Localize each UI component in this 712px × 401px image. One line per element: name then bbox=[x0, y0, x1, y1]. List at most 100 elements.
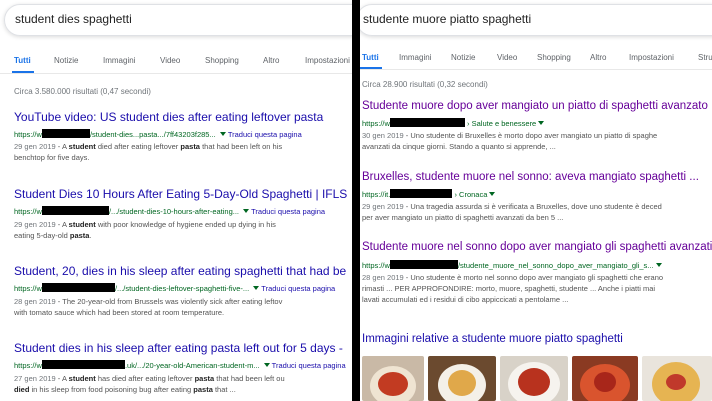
snippet-bold: student bbox=[68, 142, 96, 151]
result-snippet: 30 gen 2019 - Uno studente di Bruxelles … bbox=[362, 130, 657, 152]
url-dropdown-icon[interactable] bbox=[263, 363, 270, 367]
result-url[interactable]: https://w /.../student-dies-10-hours-afte… bbox=[14, 206, 325, 216]
result-snippet: 29 gen 2019 - Una tragedia assurda si è … bbox=[362, 201, 662, 223]
snippet-text: - Uno studente è morto nel sonno dopo av… bbox=[403, 273, 664, 282]
result-url[interactable]: https://w .uk/.../20-year-old-American-st… bbox=[14, 360, 346, 370]
spaghetti-thumbnail[interactable] bbox=[500, 356, 568, 401]
snippet-text: avanzati da cinque giorni. Stando a quan… bbox=[362, 142, 556, 151]
translate-link[interactable]: Traduci questa pagina bbox=[251, 207, 325, 216]
result-date: 29 gen 2019 bbox=[14, 220, 56, 229]
result-date: 30 gen 2019 bbox=[362, 131, 404, 140]
spaghetti-thumbnail[interactable] bbox=[362, 356, 424, 401]
url-dropdown-icon[interactable] bbox=[243, 209, 250, 213]
search-query[interactable]: student dies spaghetti bbox=[15, 12, 132, 26]
spaghetti-thumbnail[interactable] bbox=[428, 356, 496, 401]
tabs-divider bbox=[0, 73, 352, 74]
tab-tutti[interactable]: Tutti bbox=[362, 53, 379, 62]
tab-video[interactable]: Video bbox=[160, 56, 180, 65]
result-date: 29 gen 2019 bbox=[362, 202, 404, 211]
snippet-text: - A bbox=[55, 220, 69, 229]
url-dropdown-icon[interactable] bbox=[219, 132, 226, 136]
redaction-bar bbox=[390, 189, 453, 198]
result-title[interactable]: YouTube video: US student dies after eat… bbox=[14, 110, 323, 124]
snippet-text: lavati accumulati ed i residui di cibo a… bbox=[362, 295, 569, 304]
result-url[interactable]: https://w/student-dies...pasta.../7ff432… bbox=[14, 129, 302, 139]
spaghetti-thumbnail[interactable] bbox=[572, 356, 638, 401]
snippet-text: - A bbox=[55, 142, 69, 151]
snippet-text: - Uno studente di Bruxelles è morto dopo… bbox=[403, 131, 658, 140]
redaction-bar bbox=[41, 283, 115, 292]
search-query[interactable]: studente muore piatto spaghetti bbox=[363, 12, 531, 26]
tab-video[interactable]: Video bbox=[497, 53, 517, 62]
snippet-bold: died bbox=[14, 385, 30, 394]
tab-altro[interactable]: Altro bbox=[263, 56, 279, 65]
snippet-text: rimasti ... PER APPROFONDIRE: morto, muo… bbox=[362, 284, 656, 293]
tab-altro[interactable]: Altro bbox=[590, 53, 606, 62]
redaction-bar bbox=[389, 118, 465, 127]
tab-impostazioni[interactable]: Impostazioni bbox=[629, 53, 674, 62]
redaction-bar bbox=[41, 129, 90, 138]
url-path: /student-dies...pasta.../7ff43203f285... bbox=[89, 130, 216, 139]
snippet-text: - The 20-year-old from Brussels was viol… bbox=[55, 297, 283, 306]
snippet-bold: pasta bbox=[194, 374, 215, 383]
snippet-bold: student bbox=[68, 220, 96, 229]
result-url[interactable]: https://w › Salute e benessere bbox=[362, 118, 546, 128]
url-dropdown-icon[interactable] bbox=[538, 121, 545, 125]
snippet-text: per aver mangiato un piatto di spaghetti… bbox=[362, 213, 564, 222]
url-path: /.../student-dies-leftover-spaghetti-fiv… bbox=[114, 284, 250, 293]
search-input[interactable]: student dies spaghetti bbox=[4, 4, 352, 36]
snippet-text: died after eating leftover bbox=[95, 142, 181, 151]
snippet-text: that had been left on his bbox=[199, 142, 283, 151]
tab-shopping[interactable]: Shopping bbox=[205, 56, 239, 65]
url-dropdown-icon[interactable] bbox=[655, 263, 662, 267]
url-path: /studente_muore_nel_sonno_dopo_aver_mang… bbox=[457, 261, 654, 270]
url-prefix: https://it. bbox=[362, 190, 391, 199]
search-input[interactable]: studente muore piatto spaghetti bbox=[360, 4, 712, 36]
result-url[interactable]: https://w /.../student-dies-leftover-spag… bbox=[14, 283, 335, 293]
tab-impostazioni[interactable]: Impostazioni bbox=[305, 56, 350, 65]
tab-immagini[interactable]: Immagini bbox=[399, 53, 431, 62]
url-prefix: https://w bbox=[362, 119, 390, 128]
result-title[interactable]: Studente muore dopo aver mangiato un pia… bbox=[362, 100, 712, 112]
url-prefix: https://w bbox=[362, 261, 390, 270]
url-dropdown-icon[interactable] bbox=[253, 286, 260, 290]
snippet-text: benchtop for five days. bbox=[14, 153, 90, 162]
result-url[interactable]: https://it. › Cronaca bbox=[362, 189, 497, 199]
tab-immagini[interactable]: Immagini bbox=[103, 56, 135, 65]
result-date: 29 gen 2019 bbox=[14, 142, 56, 151]
result-title[interactable]: Bruxelles, studente muore nel sonno: ave… bbox=[362, 171, 699, 183]
result-title[interactable]: Student, 20, dies in his sleep after eat… bbox=[14, 264, 346, 278]
result-title[interactable]: Student Dies 10 Hours After Eating 5-Day… bbox=[14, 187, 347, 201]
url-dropdown-icon[interactable] bbox=[489, 192, 496, 196]
result-snippet: 27 gen 2019 - A student has died after e… bbox=[14, 373, 285, 395]
snippet-bold: student bbox=[68, 374, 96, 383]
result-url[interactable]: https://w/studente_muore_nel_sonno_dopo_… bbox=[362, 260, 664, 270]
tab-notizie[interactable]: Notizie bbox=[54, 56, 78, 65]
translate-link[interactable]: Traduci questa pagina bbox=[228, 130, 302, 139]
result-title[interactable]: Studente muore nel sonno dopo aver mangi… bbox=[362, 241, 712, 253]
translate-link[interactable]: Traduci questa pagina bbox=[261, 284, 335, 293]
url-path: › Cronaca bbox=[452, 190, 488, 199]
black-divider bbox=[352, 0, 360, 401]
tab-shopping[interactable]: Shopping bbox=[537, 53, 571, 62]
result-stats: Circa 28.900 risultati (0,32 secondi) bbox=[362, 80, 488, 89]
url-path: /.../student-dies-10-hours-after-eating.… bbox=[108, 207, 240, 216]
tab-tutti[interactable]: Tutti bbox=[14, 56, 31, 65]
search-tabs: Tutti Notizie Immagini Video Shopping Al… bbox=[0, 56, 352, 74]
result-title[interactable]: Student dies in his sleep after eating p… bbox=[14, 341, 343, 355]
result-stats: Circa 3.580.000 risultati (0,47 secondi) bbox=[14, 87, 151, 96]
right-search-pane: studente muore piatto spaghetti Tutti Im… bbox=[360, 0, 712, 401]
tab-strumenti[interactable]: Stru bbox=[698, 53, 712, 62]
redaction-bar bbox=[41, 206, 109, 215]
snippet-text: that had been left ou bbox=[214, 374, 285, 383]
spaghetti-thumbnail[interactable] bbox=[642, 356, 712, 401]
snippet-text: that ... bbox=[212, 385, 236, 394]
result-date: 28 gen 2019 bbox=[14, 297, 56, 306]
images-section-heading[interactable]: Immagini relative a studente muore piatt… bbox=[362, 333, 623, 345]
tab-notizie[interactable]: Notizie bbox=[451, 53, 475, 62]
left-search-pane: student dies spaghetti Tutti Notizie Imm… bbox=[0, 0, 352, 401]
snippet-text: - A bbox=[55, 374, 69, 383]
snippet-bold: pasta bbox=[69, 231, 90, 240]
translate-link[interactable]: Traduci questa pagina bbox=[272, 361, 346, 370]
result-date: 27 gen 2019 bbox=[14, 374, 56, 383]
